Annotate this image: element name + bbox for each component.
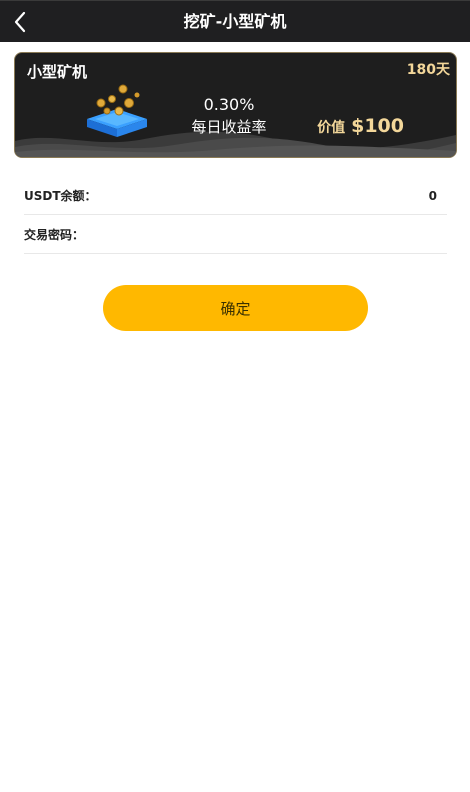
- confirm-button[interactable]: 确定: [103, 285, 368, 331]
- price-label: 价值: [317, 120, 346, 136]
- trade-password-input[interactable]: [90, 219, 447, 250]
- password-row: 交易密码：: [24, 216, 447, 254]
- price-block: 价值 $100: [317, 115, 404, 137]
- daily-rate-label: 每日收益率: [191, 118, 267, 136]
- miner-card: 小型矿机 180天 0.30% 每日收益率 价值 $100: [14, 52, 457, 158]
- price-value: $100: [351, 115, 404, 137]
- page-title: 挖矿-小型矿机: [183, 12, 287, 31]
- balance-row: USDT余额： 0: [24, 177, 447, 215]
- miner-name: 小型矿机: [27, 63, 88, 81]
- miner-duration: 180天: [406, 62, 450, 78]
- balance-label: USDT余额：: [24, 189, 97, 203]
- daily-rate-block: 0.30% 每日收益率: [175, 95, 283, 137]
- password-label: 交易密码：: [24, 228, 85, 242]
- top-nav-bar: 挖矿-小型矿机: [0, 0, 470, 42]
- coin-mining-icon: [87, 84, 147, 137]
- balance-value: 0: [428, 188, 437, 203]
- daily-rate-value: 0.30%: [203, 95, 255, 114]
